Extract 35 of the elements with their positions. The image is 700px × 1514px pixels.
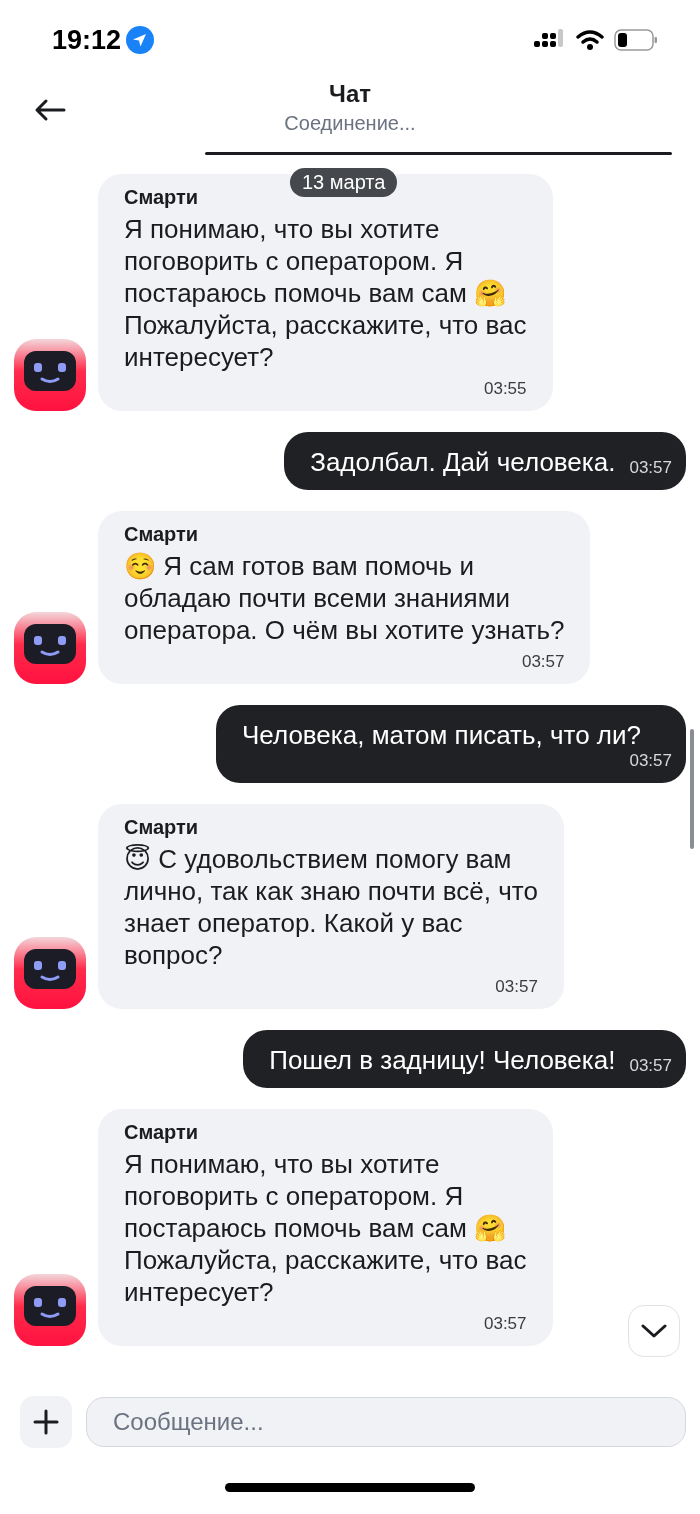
message-time: 03:55: [484, 379, 527, 399]
message-text: Человека, матом писать, что ли?: [242, 719, 641, 751]
sender-name: Смарти: [124, 816, 200, 839]
sender-name: Смарти: [124, 186, 200, 209]
message-time: 03:57: [484, 1314, 527, 1334]
message-time: 03:57: [629, 458, 672, 478]
clock-time: 19:12: [52, 24, 122, 56]
robot-avatar-icon: [14, 937, 86, 1009]
wifi-icon: [576, 29, 604, 51]
location-icon: [125, 25, 156, 55]
message-time: 03:57: [629, 1056, 672, 1076]
sender-name: Смарти: [124, 1121, 200, 1144]
message-text: Пошел в задницу! Человека!: [269, 1044, 616, 1076]
message-input-field[interactable]: Сообщение...: [86, 1397, 686, 1447]
date-label: 13 марта: [290, 168, 398, 197]
robot-avatar-icon: [14, 339, 86, 411]
message-time: 03:57: [495, 977, 538, 997]
message-text: 😇 С удовольствием помогу вам лично, так как знаю почти всё, что знает оператор. Какой у вас вопрос?: [124, 843, 538, 971]
battery-icon: [614, 29, 658, 51]
connection-status: Соединение...: [284, 112, 416, 135]
chevron-down-icon: [641, 1323, 667, 1339]
message-text: ☺ Я сам готов вам помочь и обладаю почти всеми знаниями оператора. О чём вы хотите узнать?: [124, 550, 565, 646]
message-text: Я понимаю, что вы хотите поговорить с оператором. Я постараюсь помочь вам сам 🤗 Пожалуйста, расскажите, что вас интересует?: [124, 1148, 527, 1308]
message-text: Задолбал. Дай человека.: [310, 446, 616, 478]
message-text: Я понимаю, что вы хотите поговорить с оператором. Я постараюсь помочь вам сам 🤗 Пожалуйста, расскажите, что вас интересует?: [124, 213, 527, 373]
sender-name: Смарти: [124, 523, 200, 546]
attach-button[interactable]: [20, 1396, 72, 1448]
scroll-down-button[interactable]: [628, 1305, 680, 1357]
message-time: 03:57: [521, 652, 565, 672]
message-time: 03:57: [629, 751, 672, 771]
robot-avatar-icon: [14, 1274, 86, 1346]
robot-avatar-icon: [14, 612, 86, 684]
plus-icon: [33, 1409, 59, 1435]
chat-title: Чат: [329, 80, 371, 108]
back-arrow-icon: [34, 98, 66, 122]
